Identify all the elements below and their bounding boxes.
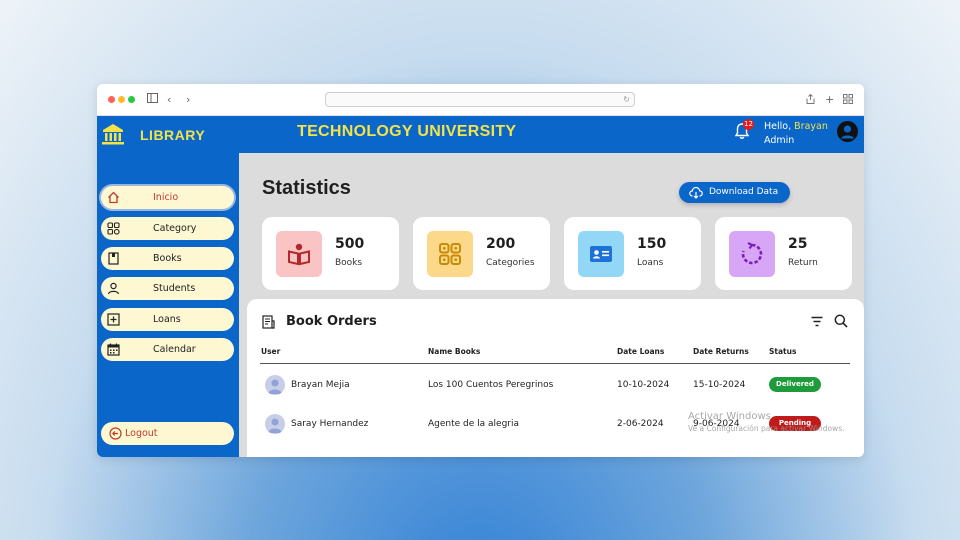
page-title: Statistics: [262, 177, 351, 199]
sidebar-item-label: Students: [153, 283, 196, 294]
sidebar-item-inicio[interactable]: Inicio: [101, 186, 234, 209]
table-cell-user: Brayan Mejia: [291, 380, 350, 390]
stat-icon-box: [729, 231, 775, 277]
status-badge: Delivered: [769, 377, 821, 392]
browser-toolbar: ‹ › ↻ +: [97, 84, 864, 116]
sidebar: Inicio Category Books Students Loans Cal…: [97, 153, 239, 457]
user-name: Brayan: [794, 121, 828, 132]
stat-value: 200: [486, 236, 516, 252]
home-icon: [108, 191, 119, 204]
cloud-download-icon: [689, 186, 703, 199]
rotate-icon: [741, 242, 763, 265]
user-avatar-icon: [268, 418, 282, 433]
user-role: Admin: [764, 135, 795, 146]
sidebar-item-label: Inicio: [153, 192, 179, 203]
sidebar-item-books[interactable]: Books: [101, 247, 234, 270]
avatar: [265, 414, 285, 434]
sidebar-item-label: Calendar: [153, 344, 196, 355]
address-bar[interactable]: ↻: [325, 92, 635, 107]
stat-label: Categories: [486, 258, 535, 268]
book-reader-icon: [288, 243, 310, 266]
new-tab-icon[interactable]: +: [825, 92, 834, 108]
tab-overview-icon[interactable]: [843, 93, 853, 109]
filter-icon[interactable]: [811, 316, 823, 327]
download-data-label: Download Data: [709, 187, 779, 197]
library-building-icon: [102, 124, 124, 145]
user-icon: [107, 282, 120, 295]
book-orders-panel: Book Orders User Name Books Date Loans D…: [247, 299, 864, 457]
windows-activation-watermark: Activar Windows Ve a Configuración para …: [688, 411, 845, 435]
calendar-icon: [107, 343, 120, 356]
stat-card-books[interactable]: 500 Books: [262, 217, 399, 290]
table-cell-book: Los 100 Cuentos Peregrinos: [428, 380, 554, 390]
download-data-button[interactable]: Download Data: [679, 182, 790, 203]
table-header-divider: [260, 363, 850, 364]
stat-icon-box: [578, 231, 624, 277]
search-icon[interactable]: [834, 314, 848, 328]
table-cell-book: Agente de la alegria: [428, 419, 520, 429]
app-name: LIBRARY: [140, 127, 206, 143]
watermark-subtitle: Ve a Configuración para activar Windows.: [688, 424, 845, 433]
logout-icon: [109, 427, 122, 440]
sidebar-item-calendar[interactable]: Calendar: [101, 338, 234, 361]
notification-count-badge: 12: [743, 119, 754, 130]
table-cell-date-return: 15-10-2024: [693, 380, 746, 390]
stat-label: Loans: [637, 258, 664, 268]
id-card-icon: [590, 246, 612, 262]
share-icon[interactable]: [806, 93, 815, 109]
receipt-icon: [262, 315, 275, 329]
user-avatar-icon[interactable]: [837, 121, 858, 142]
column-header-status[interactable]: Status: [769, 347, 796, 356]
grid-icon: [107, 222, 120, 235]
browser-window: ‹ › ↻ + LIBRARY TECHNOLOGY UNIVERSITY 12…: [97, 84, 864, 457]
add-square-icon: [107, 313, 120, 326]
stat-value: 150: [637, 236, 667, 252]
greeting-prefix: Hello,: [764, 121, 792, 132]
user-avatar-icon: [268, 379, 282, 394]
forward-icon[interactable]: ›: [186, 92, 190, 108]
book-icon: [108, 252, 119, 265]
table-cell-date-loan: 10-10-2024: [617, 380, 670, 390]
stat-card-return[interactable]: 25 Return: [715, 217, 852, 290]
column-header-user[interactable]: User: [261, 347, 280, 356]
sidebar-item-label: Category: [153, 223, 197, 234]
stat-value: 25: [788, 236, 808, 252]
sidebar-item-loans[interactable]: Loans: [101, 308, 234, 331]
stat-value: 500: [335, 236, 365, 252]
sidebar-item-category[interactable]: Category: [101, 217, 234, 240]
minimize-window-button[interactable]: [118, 96, 125, 103]
stat-icon-box: [427, 231, 473, 277]
table-cell-user: Saray Hernandez: [291, 419, 369, 429]
reload-icon[interactable]: ↻: [623, 93, 630, 106]
stat-icon-box: [276, 231, 322, 277]
stat-label: Return: [788, 258, 818, 268]
stat-label: Books: [335, 258, 363, 268]
sidebar-item-label: Loans: [153, 314, 181, 325]
maximize-window-button[interactable]: [128, 96, 135, 103]
logout-label: Logout: [125, 428, 158, 439]
column-header-date-loans[interactable]: Date Loans: [617, 347, 664, 356]
stat-card-loans[interactable]: 150 Loans: [564, 217, 701, 290]
watermark-title: Activar Windows: [688, 411, 771, 422]
app-header: LIBRARY TECHNOLOGY UNIVERSITY 12 Hello, …: [97, 116, 864, 153]
book-orders-title: Book Orders: [286, 314, 377, 329]
column-header-date-returns[interactable]: Date Returns: [693, 347, 749, 356]
university-name: TECHNOLOGY UNIVERSITY: [297, 123, 517, 140]
sidebar-toggle-icon[interactable]: [147, 92, 158, 108]
sidebar-item-students[interactable]: Students: [101, 277, 234, 300]
table-cell-date-loan: 2-06-2024: [617, 419, 664, 429]
user-greeting: Hello, Brayan Admin: [764, 120, 828, 148]
avatar: [265, 375, 285, 395]
stat-card-categories[interactable]: 200 Categories: [413, 217, 550, 290]
main-content: Statistics Download Data 500 Books 200 C…: [239, 153, 864, 457]
close-window-button[interactable]: [108, 96, 115, 103]
back-icon[interactable]: ‹: [167, 92, 171, 108]
sidebar-item-label: Books: [153, 253, 182, 264]
categories-icon: [439, 243, 461, 265]
logout-button[interactable]: Logout: [101, 422, 234, 445]
column-header-name-books[interactable]: Name Books: [428, 347, 480, 356]
